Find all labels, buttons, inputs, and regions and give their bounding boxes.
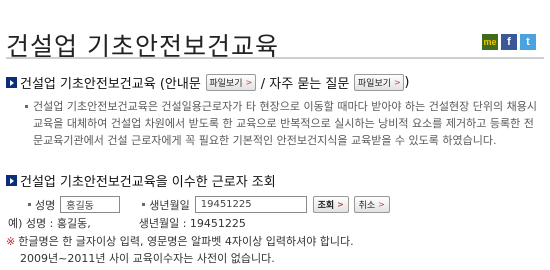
birth-label: 생년월일 — [149, 198, 190, 212]
section-lookup-title: 건설업 기초안전보건교육을 이수한 근로자 조회 — [20, 175, 276, 190]
facebook-icon[interactable]: f — [501, 34, 517, 50]
search-button[interactable]: 조회 > — [312, 196, 349, 213]
section-lookup-heading: 건설업 기초안전보건교육을 이수한 근로자 조회 — [6, 171, 276, 190]
bullet-arrow-icon — [6, 77, 17, 88]
faq-file-view-button[interactable]: 파일보기 > — [354, 74, 405, 91]
note-line-1: ※ 한글명은 한 글자이상 입력, 영문명은 알파벳 4자이상 입력하셔야 합니다… — [6, 235, 354, 248]
faq-title: / 자주 묻는 질문 — [260, 77, 350, 92]
title-divider — [6, 57, 544, 59]
note-line-2: 2009년~2011년 사이 교육이수자는 사전이 없습니다. — [20, 252, 275, 265]
lookup-form: 성명 홍길동 생년월일 19451225 조회 > 취소 > — [28, 196, 395, 213]
section-guide-heading: 건설업 기초안전보건교육 (안내문 파일보기 > / 자주 묻는 질문 파일보기 >… — [6, 73, 409, 92]
twitter-icon[interactable]: t — [520, 34, 536, 50]
name-label: 성명 — [35, 198, 56, 212]
note-star-icon: ※ — [6, 235, 16, 248]
share-icons: me f t — [482, 34, 536, 50]
birthdate-input[interactable]: 19451225 — [194, 196, 307, 213]
bullet-arrow-icon — [6, 175, 17, 186]
me2day-icon[interactable]: me — [482, 34, 498, 50]
guide-file-view-button[interactable]: 파일보기 > — [205, 74, 256, 91]
cancel-button[interactable]: 취소 > — [353, 196, 390, 213]
section-guide-title: 건설업 기초안전보건교육 (안내문 — [20, 77, 201, 92]
close-paren: ) — [404, 75, 410, 90]
example-text: 예) 성명 : 홍길동, 생년월일 : 19451225 — [8, 217, 246, 230]
guide-description: 건설업 기초안전보건교육은 건설일용근로자가 타 현장으로 이동할 때마다 받아… — [25, 98, 540, 149]
description-text: 건설업 기초안전보건교육은 건설일용근로자가 타 현장으로 이동할 때마다 받아… — [25, 98, 540, 149]
name-input[interactable]: 홍길동 — [60, 196, 121, 213]
